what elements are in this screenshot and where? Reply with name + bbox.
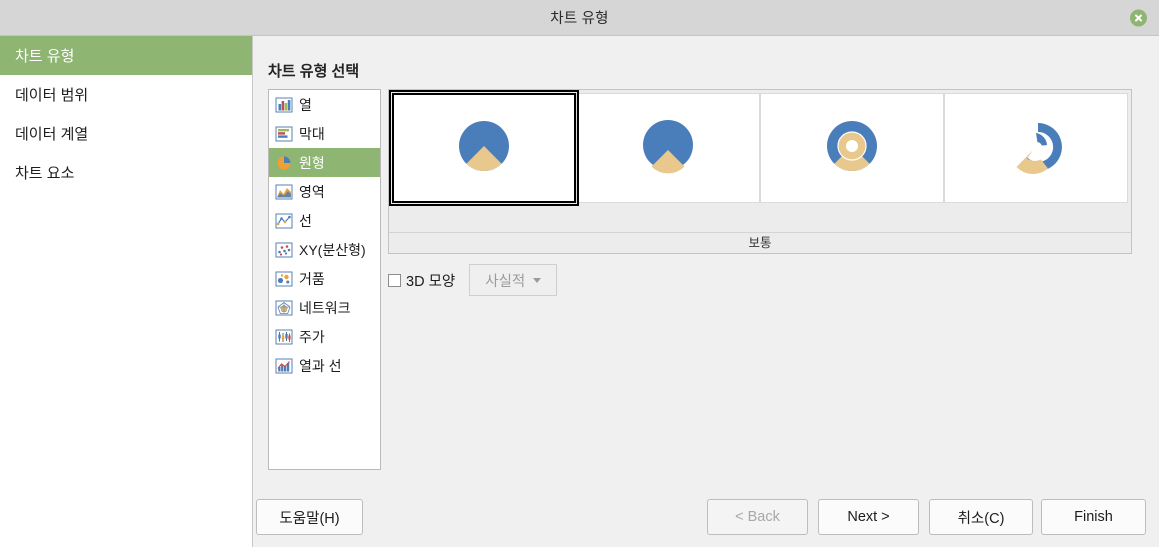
donut-variant[interactable] [760, 93, 945, 203]
three-d-look-checkbox[interactable]: 3D 모양 [388, 270, 455, 291]
sidebar-item-chart-elements[interactable]: 차트 요소 [0, 153, 252, 192]
next-button-label: Next > [847, 509, 890, 525]
chart-type-label: 네트워크 [299, 299, 351, 316]
help-button[interactable]: 도움말(H) [256, 499, 363, 535]
sidebar-item-label: 데이터 범위 [15, 87, 89, 104]
pie-exploded-glyph [643, 120, 694, 174]
chart-type-label: XY(분산형) [299, 241, 366, 258]
chart-variant-panel: 보통 [388, 89, 1132, 254]
chart-type-list[interactable]: 열 막대 원형 영역 선 XY(분산형) 거품 네트워크 주가 열과 선 [268, 89, 381, 470]
chart-type-label: 막대 [299, 125, 325, 142]
chart-type-label: 영역 [299, 183, 325, 200]
pie-chart-icon [275, 155, 293, 171]
cancel-button[interactable]: 취소(C) [929, 499, 1033, 535]
dialog-body: 차트 유형 데이터 범위 데이터 계열 차트 요소 차트 유형 선택 열 막대 … [0, 36, 1159, 547]
stock-chart-icon [275, 329, 293, 345]
chart-type-dialog: 차트 유형 차트 유형 데이터 범위 데이터 계열 차트 요소 차트 유형 선택… [0, 0, 1159, 547]
dialog-footer: 도움말(H) < Back Next > 취소(C) Finish [0, 490, 1159, 547]
area-chart-icon [275, 184, 293, 200]
three-d-style-value: 사실적 [485, 273, 526, 290]
bubble-chart-icon [275, 271, 293, 287]
chart-type-item-line[interactable]: 선 [269, 206, 380, 235]
finish-button[interactable]: Finish [1041, 499, 1146, 535]
checkbox-box [388, 273, 401, 287]
line-chart-icon [275, 213, 293, 229]
chevron-down-icon [533, 277, 542, 283]
chart-type-item-column-and-line[interactable]: 열과 선 [269, 351, 380, 380]
chart-type-label: 선 [299, 212, 312, 229]
chart-type-item-column[interactable]: 열 [269, 90, 380, 119]
chart-type-item-stock[interactable]: 주가 [269, 322, 380, 351]
chart-type-item-area[interactable]: 영역 [269, 177, 380, 206]
chart-type-label: 원형 [299, 154, 325, 171]
chart-type-panel: 차트 유형 선택 열 막대 원형 영역 선 XY(분산형) 거품 네트워크 주가… [253, 36, 1159, 547]
scatter-chart-icon [275, 242, 293, 258]
three-d-look-label: 3D 모양 [406, 273, 456, 290]
chart-type-item-bubble[interactable]: 거품 [269, 264, 380, 293]
sidebar-item-data-series[interactable]: 데이터 계열 [0, 114, 252, 153]
exploded-donut-variant[interactable] [944, 93, 1129, 203]
title-bar: 차트 유형 [0, 0, 1159, 36]
sidebar-item-data-range[interactable]: 데이터 범위 [0, 75, 252, 114]
section-heading: 차트 유형 선택 [268, 63, 360, 80]
net-chart-icon [275, 300, 293, 316]
back-button[interactable]: < Back [707, 499, 808, 535]
finish-button-label: Finish [1074, 509, 1113, 525]
sidebar-item-label: 차트 유형 [15, 48, 75, 65]
chart-type-item-xy-scatter[interactable]: XY(분산형) [269, 235, 380, 264]
donut-exploded-glyph [1016, 123, 1062, 175]
chart-type-label: 열과 선 [299, 357, 342, 374]
next-button[interactable]: Next > [818, 499, 919, 535]
wizard-steps-sidebar: 차트 유형 데이터 범위 데이터 계열 차트 요소 [0, 36, 253, 547]
close-icon[interactable] [1130, 9, 1147, 26]
sidebar-item-chart-type[interactable]: 차트 유형 [0, 36, 252, 75]
chart-variant-row [388, 90, 1131, 206]
chart-type-item-pie[interactable]: 원형 [269, 148, 380, 177]
column-line-chart-icon [275, 358, 293, 374]
back-button-label: < Back [735, 509, 780, 525]
normal-pie-variant[interactable] [388, 90, 580, 206]
chart-type-item-net[interactable]: 네트워크 [269, 293, 380, 322]
variant-caption: 보통 [389, 232, 1131, 253]
chart-type-label: 거품 [299, 270, 325, 287]
donut-glyph [827, 121, 878, 171]
dialog-title: 차트 유형 [550, 11, 609, 27]
exploded-pie-variant[interactable] [576, 93, 761, 203]
bar-chart-icon [275, 126, 293, 142]
pie-normal-glyph [459, 121, 509, 171]
help-button-label: 도움말(H) [279, 510, 340, 527]
chart-type-label: 열 [299, 96, 312, 113]
sidebar-item-label: 데이터 계열 [15, 126, 89, 143]
chart-type-label: 주가 [299, 328, 325, 345]
three-d-style-dropdown[interactable]: 사실적 [469, 264, 558, 296]
column-chart-icon [275, 97, 293, 113]
chart-type-item-bar[interactable]: 막대 [269, 119, 380, 148]
three-d-options-row: 3D 모양 사실적 [388, 264, 558, 296]
sidebar-item-label: 차트 요소 [15, 165, 75, 182]
cancel-button-label: 취소(C) [957, 510, 1005, 527]
